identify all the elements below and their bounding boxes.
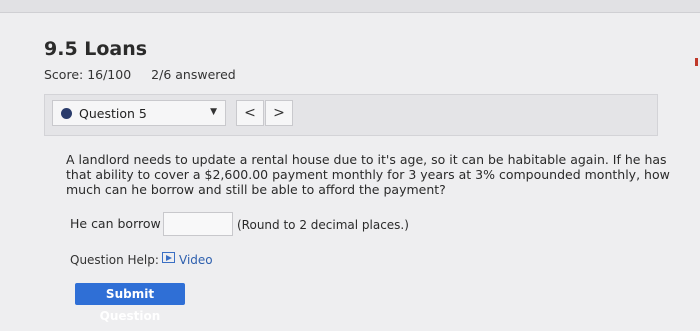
next-question-button[interactable]: > [265, 100, 293, 126]
caret-down-icon: ▼ [210, 107, 217, 117]
round-note: (Round to 2 decimal places.) [237, 218, 409, 232]
question-text: A landlord needs to update a rental hous… [66, 152, 670, 197]
answer-input[interactable] [163, 212, 233, 236]
submit-question-button[interactable]: Submit Question [75, 283, 185, 323]
page-title: 9.5 Loans [44, 38, 148, 60]
video-icon[interactable] [162, 252, 175, 263]
borrow-label: He can borrow $ [70, 216, 173, 231]
score-text: Score: 16/100 [44, 67, 132, 82]
status-dot-icon [61, 108, 72, 119]
page: 9.5 Loans Score: 16/100 2/6 answered Que… [0, 0, 700, 331]
question-select-label: Question 5 [79, 106, 147, 121]
top-border [0, 0, 700, 13]
question-select[interactable]: Question 5 ▼ [52, 100, 226, 126]
prev-question-button[interactable]: < [236, 100, 264, 126]
score-line: Score: 16/100 2/6 answered [44, 67, 252, 82]
answered-count: 2/6 answered [151, 67, 236, 82]
question-help-label: Question Help: [70, 253, 159, 267]
video-link[interactable]: Video [179, 253, 213, 267]
edge-marker [695, 58, 698, 66]
